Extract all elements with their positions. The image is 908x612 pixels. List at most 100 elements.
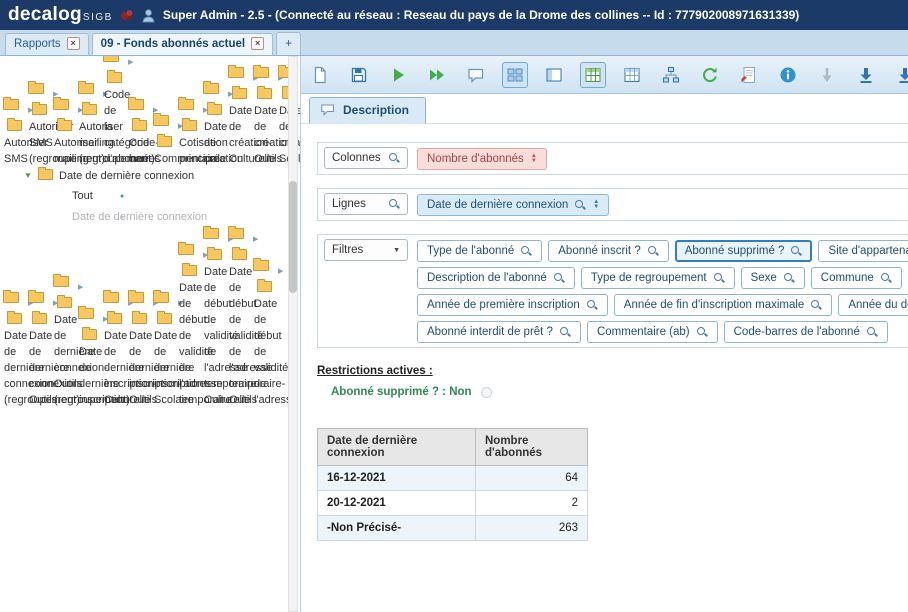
columns-label-box[interactable]: Colonnes (324, 147, 408, 169)
table-row[interactable]: 20-12-20212 (318, 491, 588, 516)
new-tab-button[interactable]: + (276, 32, 301, 55)
help-circle-icon[interactable] (481, 387, 492, 398)
table-row[interactable]: -Non Précisé-263 (318, 516, 588, 541)
sort-icon[interactable]: ▲▼ (593, 200, 599, 210)
tree-item[interactable]: ▶Date de dernière inscription-Outils (128, 292, 144, 303)
filter-button[interactable]: Site d'appartenance (818, 240, 908, 262)
folder-icon (7, 313, 22, 324)
filter-button[interactable]: Année de fin d'inscription maximale (614, 294, 833, 316)
tree-item[interactable]: ▶Code-barres (128, 99, 144, 110)
tab-close-icon[interactable]: × (251, 37, 264, 50)
filter-button[interactable]: Abonné interdit de prêt ? (417, 321, 581, 343)
count-cell: 64 (476, 466, 588, 491)
expand-arrow-icon[interactable]: ▶ (128, 56, 139, 71)
tree-item[interactable]: ▶Date de début de validité de l'adresse (253, 260, 269, 271)
new-document-button[interactable] (307, 62, 333, 88)
filter-button-row: Année de première inscription Année de fi… (417, 294, 908, 316)
run-button[interactable] (385, 62, 411, 88)
tree-item[interactable]: ▶Date de dernière inscription (78, 308, 94, 319)
tree-item[interactable]: ▶Date de création (203, 83, 219, 94)
magnifier-icon (554, 273, 565, 284)
tree-item[interactable]: ●Date de dernière connexion (0, 207, 300, 228)
magnifier-icon (648, 246, 659, 257)
tree-item[interactable]: ▶Date de dernière inscription-Scolaire (153, 292, 169, 303)
filter-button-label: Abonné interdit de prêt ? (427, 326, 553, 338)
rows-label-box[interactable]: Lignes (324, 193, 408, 215)
tree-item[interactable]: ▶Autoriser SMS (3, 99, 19, 110)
tree-item[interactable]: ▶Date de début de validité de l'adresse … (203, 228, 219, 239)
filter-button-label: Type de regroupement (591, 272, 707, 284)
filter-button[interactable]: Abonné inscrit ? (548, 240, 668, 262)
filter-button[interactable]: Année du dernier (838, 294, 908, 316)
filter-button[interactable]: Commune (811, 267, 902, 289)
folder-icon (32, 313, 47, 324)
filter-button[interactable]: Code-barres de l'abonné (724, 321, 888, 343)
filter-button-label: Année du dernier (848, 299, 908, 311)
tree-item[interactable]: ▶Date de création-Culturelle (228, 67, 244, 78)
tree-item[interactable]: ▶Date de création-Outils (253, 67, 269, 78)
window-title: Super Admin - 2.5 - (Connecté au réseau … (163, 8, 799, 22)
filter-button[interactable]: Description de l'abonné (417, 267, 575, 289)
tab-description[interactable]: Description (309, 97, 426, 124)
tab[interactable]: 09 - Fonds abonnés actuel× (92, 33, 273, 55)
hierarchy-button[interactable] (658, 62, 684, 88)
columns-row: Colonnes Nombre d'abonnés ▲▼ (317, 142, 908, 175)
rows-row: Lignes Date de dernière connexion ▲▼ (317, 188, 908, 221)
filter-button[interactable]: Commentaire (ab) (587, 321, 718, 343)
download-button[interactable] (853, 62, 879, 88)
tree-item[interactable]: ▶Date de début de validité de l'adresse … (228, 228, 244, 239)
filter-button-label: Abonné supprimé ? (685, 245, 785, 257)
row-pill[interactable]: Date de dernière connexion ▲▼ (417, 194, 609, 216)
tree-item[interactable]: ▶Cotisation principale (178, 99, 194, 110)
move-down-button[interactable] (814, 62, 840, 88)
filters-label-box[interactable]: Filtres ▼ (324, 239, 408, 261)
export-table-button[interactable] (736, 62, 762, 88)
tree-item[interactable]: ▶Autoriser mailing (53, 99, 69, 110)
column-pill[interactable]: Nombre d'abonnés ▲▼ (417, 148, 547, 170)
tree-item[interactable]: ▶Commentaire (153, 115, 169, 126)
sidebar-tree: ▶Autoriser SMS ▶Autoriser SMS (regroupeme… (0, 56, 300, 407)
info-button[interactable] (775, 62, 801, 88)
tree-item[interactable]: ▶Code de la catégorie d'abonné (103, 56, 119, 62)
folder-icon (7, 120, 22, 131)
sort-icon[interactable]: ▲▼ (531, 154, 537, 164)
filter-button[interactable]: Année de première inscription (417, 294, 608, 316)
collapse-arrow-icon[interactable]: ▼ (24, 168, 35, 184)
tree-item[interactable]: ▶Date de dernière inscription-Culturelle (103, 292, 119, 303)
view-panel-button[interactable] (541, 62, 567, 88)
tree-item[interactable]: ▶Autoriser SMS (regroupement) (28, 83, 44, 94)
tab-close-icon[interactable]: × (67, 37, 80, 50)
tab[interactable]: Rapports× (5, 33, 89, 55)
sidebar-scrollbar[interactable] (288, 56, 298, 612)
table-row[interactable]: 16-12-202164 (318, 466, 588, 491)
description-bubble-icon (320, 103, 336, 117)
filter-button[interactable]: Abonné supprimé ? (675, 240, 813, 262)
magnifier-icon[interactable] (575, 200, 586, 211)
filter-button-rows: Type de l'abonné Abonné inscrit ? Abonné s… (417, 239, 908, 343)
expand-arrow-icon[interactable]: ▶ (78, 280, 89, 296)
tree-item[interactable]: ▶Date de dernière connexion-Outils (regr… (53, 276, 69, 287)
run-all-button[interactable] (424, 62, 450, 88)
download-secondary-button[interactable] (892, 62, 908, 88)
refresh-button[interactable] (697, 62, 723, 88)
tree-item[interactable]: ▶Date de dernière connexion-Outils (28, 292, 44, 303)
tree-item[interactable]: ●Tout (0, 186, 300, 207)
tree-item[interactable]: ▼Date de dernière connexion (0, 166, 300, 186)
comment-button[interactable] (463, 62, 489, 88)
view-list-button[interactable] (502, 62, 528, 88)
table-button[interactable] (619, 62, 645, 88)
rows-pills: Date de dernière connexion ▲▼ (417, 193, 609, 216)
filter-button[interactable]: Sexe (741, 267, 805, 289)
filter-button-label: Année de fin d'inscription maximale (624, 299, 805, 311)
tree-item[interactable]: ▶Date de dernière connexion (regroupemen… (3, 292, 19, 303)
expand-arrow-icon[interactable]: ▶ (253, 232, 264, 248)
scrollbar-thumb[interactable] (289, 181, 297, 293)
tree-item[interactable]: ▶Autoriser mailing (regroupement) (78, 83, 94, 94)
folder-icon (82, 329, 97, 340)
save-button[interactable] (346, 62, 372, 88)
filter-button[interactable]: Type de regroupement (581, 267, 735, 289)
tree-item[interactable]: ▶Date de début de validité de l'adresse … (178, 244, 194, 255)
restrictions-title: Restrictions actives : (317, 365, 433, 377)
pivot-table-button[interactable] (580, 62, 606, 88)
filter-button[interactable]: Type de l'abonné (417, 240, 542, 262)
